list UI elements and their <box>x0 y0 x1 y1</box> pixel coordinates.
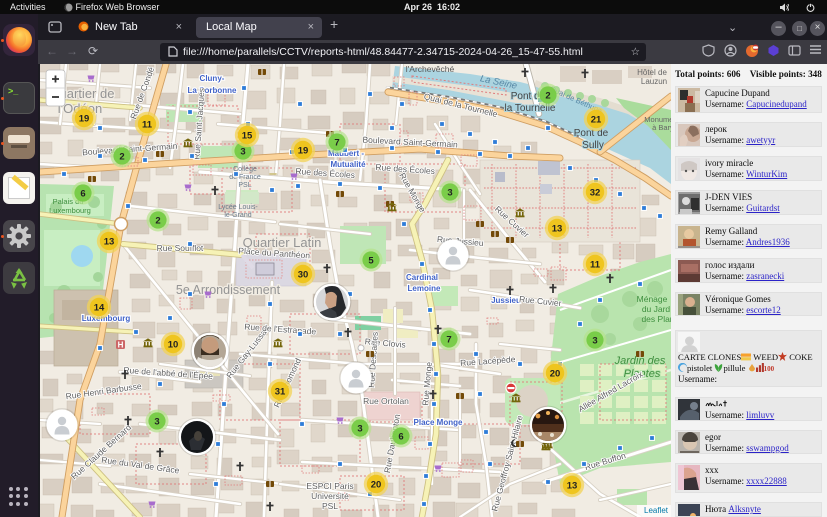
svg-text:Place Monge: Place Monge <box>414 418 463 427</box>
svg-text:ESPCI Paris: ESPCI Paris <box>306 481 353 491</box>
svg-text:à Barye: à Barye <box>652 123 671 132</box>
svg-text:13: 13 <box>104 236 115 247</box>
svg-text:Lycée Louis-: Lycée Louis- <box>218 204 258 211</box>
svg-text:Hôtel de: Hôtel de <box>637 68 667 77</box>
svg-text:19: 19 <box>298 145 309 156</box>
svg-text:Mutualité: Mutualité <box>330 160 366 169</box>
svg-text:Rue Ortolan: Rue Ortolan <box>363 396 409 406</box>
svg-text:30: 30 <box>298 269 309 280</box>
svg-text:PSL: PSL <box>322 501 338 511</box>
svg-text:Lemoine: Lemoine <box>408 284 441 293</box>
svg-text:15: 15 <box>242 130 253 141</box>
svg-text:13: 13 <box>567 480 578 491</box>
svg-text:7: 7 <box>334 137 339 148</box>
svg-text:l'Archevêché: l'Archevêché <box>406 64 455 74</box>
svg-text:32: 32 <box>590 187 601 198</box>
svg-text:Cardinal: Cardinal <box>406 273 438 282</box>
svg-text:6: 6 <box>80 188 85 199</box>
svg-text:3: 3 <box>240 146 245 157</box>
svg-text:Université: Université <box>311 491 349 501</box>
svg-text:3: 3 <box>592 335 597 346</box>
svg-text:3: 3 <box>154 416 159 427</box>
svg-text:3: 3 <box>447 187 452 198</box>
svg-text:5: 5 <box>368 255 374 266</box>
svg-text:Jussieu: Jussieu <box>491 296 521 305</box>
svg-text:uartier de: uartier de <box>60 86 115 101</box>
svg-text:Ménage: Ménage <box>637 294 668 304</box>
svg-text:6: 6 <box>398 431 403 442</box>
svg-text:Lauzun: Lauzun <box>641 77 667 86</box>
svg-text:des Plan: des Plan <box>641 314 671 324</box>
svg-text:21: 21 <box>591 114 602 125</box>
svg-text:11: 11 <box>142 119 153 130</box>
svg-text:Rue Soufflot: Rue Soufflot <box>157 243 204 253</box>
svg-text:Cluny-: Cluny- <box>200 74 225 83</box>
svg-text:le-Grand: le-Grand <box>224 212 251 219</box>
svg-text:Sully: Sully <box>582 140 604 151</box>
svg-text:11: 11 <box>590 259 601 270</box>
svg-text:3: 3 <box>357 423 362 434</box>
svg-text:Leaflet: Leaflet <box>644 506 669 515</box>
svg-text:La Sorbonne: La Sorbonne <box>188 86 237 95</box>
svg-text:7: 7 <box>446 334 451 345</box>
svg-text:PSL: PSL <box>238 182 251 189</box>
svg-text:13: 13 <box>552 223 563 234</box>
svg-text:14: 14 <box>94 302 105 313</box>
svg-text:2: 2 <box>545 90 550 101</box>
svg-text:2: 2 <box>155 215 160 226</box>
svg-text:du Jard: du Jard <box>642 304 671 314</box>
svg-text:10: 10 <box>168 339 179 350</box>
svg-text:20: 20 <box>550 368 561 379</box>
svg-text:H: H <box>118 341 124 350</box>
svg-text:2: 2 <box>119 151 124 162</box>
svg-text:31: 31 <box>275 386 286 397</box>
svg-text:20: 20 <box>371 479 382 490</box>
svg-text:19: 19 <box>79 113 90 124</box>
